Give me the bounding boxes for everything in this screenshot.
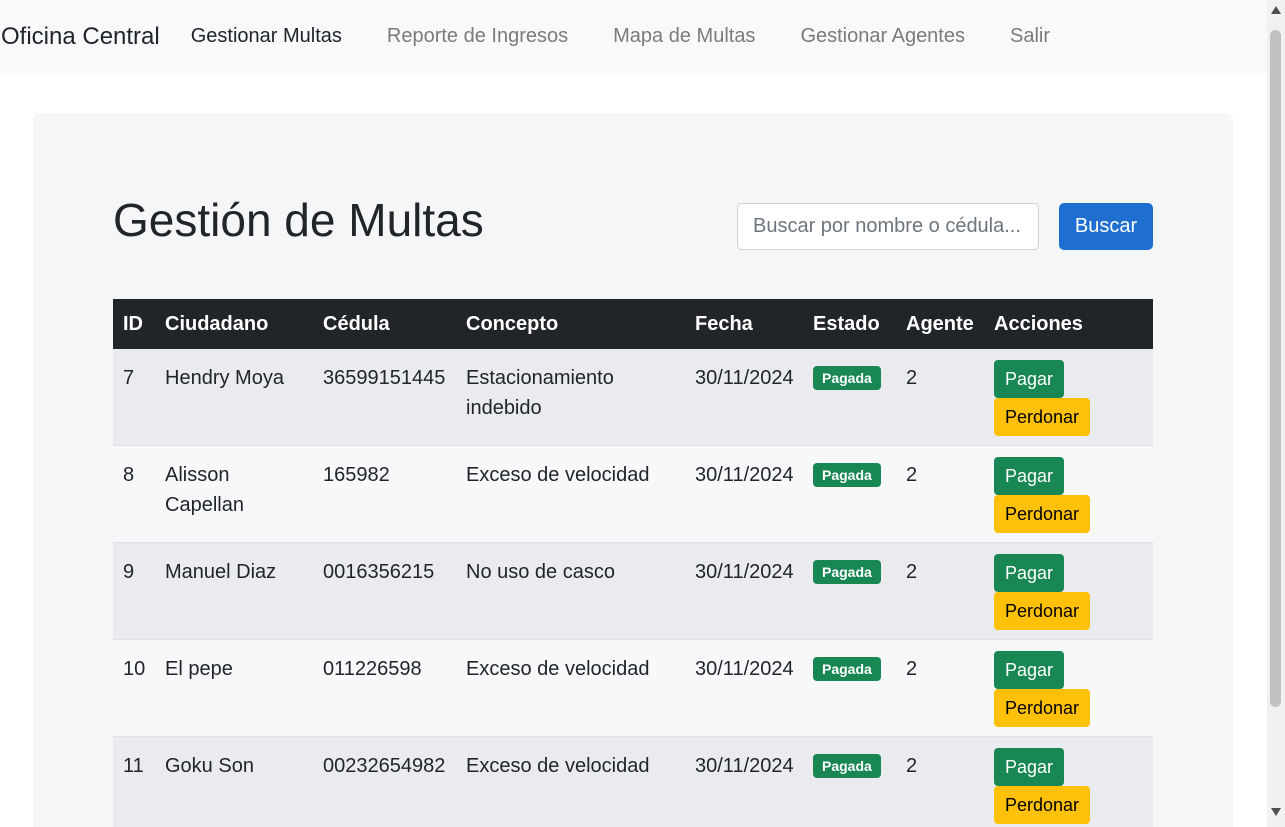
pay-button[interactable]: Pagar bbox=[994, 457, 1065, 495]
cell-cedula: 36599151445 bbox=[323, 367, 446, 389]
cell-ciudadano: Alisson Capellan bbox=[165, 464, 244, 516]
cell-fecha: 30/11/2024 bbox=[695, 561, 794, 583]
cell-agente: 2 bbox=[906, 561, 918, 583]
fines-table: ID Ciudadano Cédula Concepto Fecha Estad… bbox=[113, 299, 1153, 827]
cell-estado: Pagada bbox=[803, 349, 896, 446]
cell-id: 11 bbox=[123, 755, 144, 777]
forgive-button[interactable]: Perdonar bbox=[994, 786, 1091, 824]
table-row: 10 El pepe 011226598 Exceso de velocidad… bbox=[113, 639, 1153, 737]
cell-fecha: 30/11/2024 bbox=[695, 464, 794, 486]
cell-acciones: Pagar Perdonar bbox=[984, 737, 1153, 827]
status-badge: Pagada bbox=[813, 657, 881, 681]
cell-id: 9 bbox=[123, 561, 135, 583]
cell-cedula: 00232654982 bbox=[323, 755, 446, 777]
cell-id: 10 bbox=[123, 658, 146, 680]
cell-agente: 2 bbox=[906, 464, 918, 486]
nav-link-reporte-ingresos[interactable]: Reporte de Ingresos bbox=[387, 25, 568, 48]
cell-concepto: Estacionamiento indebido bbox=[466, 367, 614, 419]
cell-ciudadano: Manuel Diaz bbox=[165, 561, 277, 583]
status-badge: Pagada bbox=[813, 463, 881, 487]
column-header-ciudadano: Ciudadano bbox=[165, 312, 269, 335]
scroll-up-arrow-icon[interactable] bbox=[1271, 6, 1281, 14]
table-row: 11 Goku Son 00232654982 Exceso de veloci… bbox=[113, 736, 1153, 827]
status-badge: Pagada bbox=[813, 560, 881, 584]
cell-cedula: 011226598 bbox=[323, 658, 422, 680]
page: Oficina Central Gestionar Multas Reporte… bbox=[0, 0, 1267, 827]
pay-button[interactable]: Pagar bbox=[994, 748, 1065, 786]
page-title: Gestión de Multas bbox=[113, 194, 484, 246]
cell-fecha: 30/11/2024 bbox=[695, 755, 794, 777]
status-badge: Pagada bbox=[813, 754, 881, 778]
scroll-down-arrow-icon[interactable] bbox=[1271, 808, 1281, 816]
cell-acciones: Pagar Perdonar bbox=[984, 640, 1153, 737]
pay-button[interactable]: Pagar bbox=[994, 360, 1065, 398]
cell-id: 8 bbox=[123, 464, 135, 486]
cell-acciones: Pagar Perdonar bbox=[984, 446, 1153, 543]
cell-ciudadano: Hendry Moya bbox=[165, 367, 284, 389]
cell-concepto: Exceso de velocidad bbox=[466, 464, 650, 486]
column-header-fecha: Fecha bbox=[695, 312, 753, 335]
cell-agente: 2 bbox=[906, 658, 918, 680]
cell-estado: Pagada bbox=[803, 737, 896, 827]
cell-id: 7 bbox=[123, 367, 135, 389]
search-button[interactable]: Buscar bbox=[1059, 203, 1153, 250]
status-badge: Pagada bbox=[813, 366, 881, 390]
column-header-estado: Estado bbox=[813, 312, 880, 335]
nav-link-gestionar-multas[interactable]: Gestionar Multas bbox=[191, 25, 342, 48]
cell-concepto: Exceso de velocidad bbox=[466, 658, 650, 680]
pay-button[interactable]: Pagar bbox=[994, 651, 1065, 689]
cell-fecha: 30/11/2024 bbox=[695, 367, 794, 389]
table-row: 8 Alisson Capellan 165982 Exceso de velo… bbox=[113, 445, 1153, 543]
nav-link-salir[interactable]: Salir bbox=[1010, 25, 1050, 48]
forgive-button[interactable]: Perdonar bbox=[994, 592, 1091, 630]
cell-acciones: Pagar Perdonar bbox=[984, 349, 1153, 446]
cell-cedula: 165982 bbox=[323, 464, 390, 486]
scrollbar-thumb[interactable] bbox=[1270, 30, 1281, 707]
cell-ciudadano: Goku Son bbox=[165, 755, 254, 777]
forgive-button[interactable]: Perdonar bbox=[994, 495, 1091, 533]
brand[interactable]: Oficina Central bbox=[1, 23, 160, 51]
pay-button[interactable]: Pagar bbox=[994, 554, 1065, 592]
cell-agente: 2 bbox=[906, 367, 918, 389]
search-input[interactable] bbox=[737, 203, 1039, 250]
cell-agente: 2 bbox=[906, 755, 918, 777]
cell-acciones: Pagar Perdonar bbox=[984, 543, 1153, 640]
table-header-row: ID Ciudadano Cédula Concepto Fecha Estad… bbox=[113, 299, 1153, 349]
column-header-agente: Agente bbox=[906, 312, 974, 335]
column-header-cedula: Cédula bbox=[323, 312, 390, 335]
column-header-concepto: Concepto bbox=[466, 312, 559, 335]
cell-fecha: 30/11/2024 bbox=[695, 658, 794, 680]
nav-link-gestionar-agentes[interactable]: Gestionar Agentes bbox=[800, 25, 965, 48]
navbar: Oficina Central Gestionar Multas Reporte… bbox=[0, 0, 1267, 73]
cell-concepto: Exceso de velocidad bbox=[466, 755, 650, 777]
forgive-button[interactable]: Perdonar bbox=[994, 689, 1091, 727]
cell-cedula: 0016356215 bbox=[323, 561, 435, 583]
cell-estado: Pagada bbox=[803, 543, 896, 640]
column-header-acciones: Acciones bbox=[994, 312, 1083, 335]
cell-estado: Pagada bbox=[803, 446, 896, 543]
table-row: 9 Manuel Diaz 0016356215 No uso de casco… bbox=[113, 542, 1153, 640]
nav-link-mapa-multas[interactable]: Mapa de Multas bbox=[613, 25, 755, 48]
cell-concepto: No uso de casco bbox=[466, 561, 615, 583]
column-header-id: ID bbox=[123, 312, 143, 335]
cell-ciudadano: El pepe bbox=[165, 658, 233, 680]
forgive-button[interactable]: Perdonar bbox=[994, 398, 1091, 436]
cell-estado: Pagada bbox=[803, 640, 896, 737]
table-row: 7 Hendry Moya 36599151445 Estacionamient… bbox=[113, 349, 1153, 446]
